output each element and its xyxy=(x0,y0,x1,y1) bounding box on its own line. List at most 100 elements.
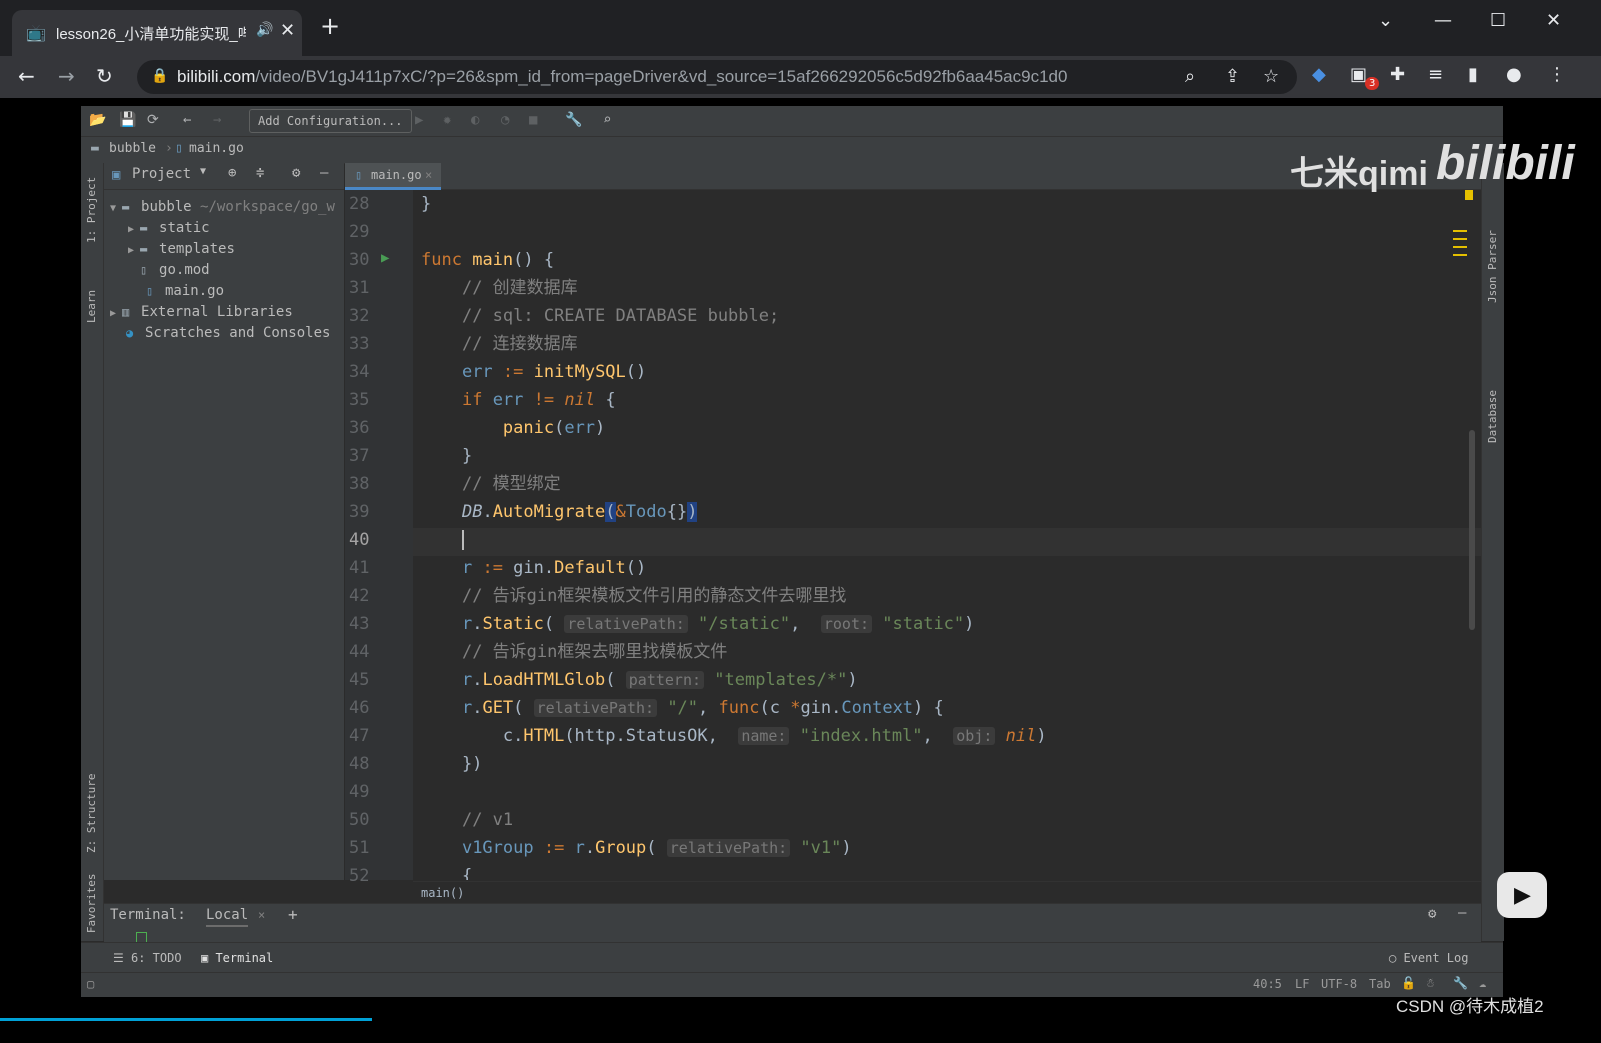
notifications-icon[interactable]: ☁ xyxy=(1479,976,1486,990)
run-gutter-icon[interactable]: ▶ xyxy=(381,250,389,266)
chevron-down-icon[interactable]: ▼ xyxy=(200,166,206,177)
collapse-all-icon[interactable]: ≑ xyxy=(256,165,264,181)
tree-item-scratches[interactable]: ◕ Scratches and Consoles xyxy=(126,323,330,344)
tree-item-go-mod[interactable]: ▶▯go.mod xyxy=(128,260,210,281)
tree-item-main-go[interactable]: ▯ main.go xyxy=(146,281,224,302)
close-window-button[interactable]: ✕ xyxy=(1546,10,1561,31)
hide-panel-icon[interactable]: — xyxy=(320,165,328,181)
line-number: 32 xyxy=(349,306,370,326)
indent-setting[interactable]: Tab xyxy=(1369,977,1391,991)
tab-search-icon[interactable]: ⌄ xyxy=(1378,10,1393,31)
code-line: r := gin.Default() xyxy=(461,558,647,578)
caret-position[interactable]: 40:5 xyxy=(1253,977,1282,991)
terminal-tab-local[interactable]: Local xyxy=(206,907,249,927)
extension-shield-icon[interactable]: ◆ xyxy=(1312,64,1326,85)
lock-icon[interactable]: 🔒 xyxy=(151,68,168,84)
project-view-selector[interactable]: Project xyxy=(132,166,191,182)
profile-run-icon[interactable]: ◔ xyxy=(501,112,509,128)
vertical-scrollbar[interactable] xyxy=(1469,430,1475,630)
coverage-icon[interactable]: ◐ xyxy=(471,112,479,128)
browser-tab[interactable]: 📺 lesson26_小清单功能实现_哔 🔊 ✕ xyxy=(12,10,302,56)
collapsed-arrow-icon[interactable]: ▶ xyxy=(128,245,134,256)
collapsed-arrow-icon[interactable]: ▶ xyxy=(110,308,116,319)
inspector-icon[interactable]: ☃ xyxy=(1427,976,1434,990)
line-number: 28 xyxy=(349,194,370,214)
hide-panel-icon[interactable]: — xyxy=(1458,905,1466,921)
line-number: 33 xyxy=(349,334,370,354)
stop-icon[interactable]: ■ xyxy=(529,112,537,128)
bilibili-play-icon[interactable]: ▶ xyxy=(1497,872,1547,918)
code-line: DB.AutoMigrate(&Todo{}) xyxy=(461,502,698,522)
menu-kebab-icon[interactable]: ⋮ xyxy=(1548,64,1566,85)
video-progress-bar[interactable] xyxy=(0,1018,372,1021)
media-icon[interactable]: ≡ xyxy=(1428,64,1443,85)
forward-icon[interactable]: → xyxy=(58,64,75,88)
tab-main-go[interactable]: ▯ main.go × xyxy=(345,163,441,190)
add-configuration-button[interactable]: Add Configuration... xyxy=(249,109,412,133)
maximize-button[interactable]: ☐ xyxy=(1490,10,1506,31)
bookmark-star-icon[interactable]: ☆ xyxy=(1263,66,1279,87)
breadcrumb-project[interactable]: bubble xyxy=(109,141,156,156)
reload-icon[interactable]: ↻ xyxy=(96,64,113,88)
code-line: if err != nil { xyxy=(461,390,616,410)
gear-icon[interactable]: ⚙ xyxy=(292,165,300,181)
speaker-icon[interactable]: 🔊 xyxy=(256,22,273,38)
save-icon[interactable]: 💾 xyxy=(119,112,136,128)
line-separator[interactable]: LF xyxy=(1295,977,1309,991)
back-nav-icon[interactable]: ← xyxy=(183,112,191,128)
terminal-tool-button[interactable]: ▣ Terminal xyxy=(201,951,273,965)
close-tab-icon[interactable]: × xyxy=(425,163,432,187)
tree-item-bubble[interactable]: ▼ ▬ bubble ~/workspace/go_w xyxy=(110,197,335,218)
search-icon[interactable]: ⌕ xyxy=(603,112,611,128)
tree-item-external-libraries[interactable]: ▶ ▥ External Libraries xyxy=(110,302,293,323)
code-line: } xyxy=(421,194,432,214)
back-icon[interactable]: ← xyxy=(18,64,35,88)
address-bar[interactable]: 🔒 bilibili.com/video/BV1gJ411p7xC/?p=26&… xyxy=(137,60,1297,94)
learn-tool-button[interactable]: Learn xyxy=(85,290,98,323)
todo-tool-button[interactable]: ☰ 6: TODO xyxy=(113,951,182,965)
gear-icon[interactable]: ⚙ xyxy=(1428,906,1436,922)
tree-item-static[interactable]: ▶ ▬ static xyxy=(128,218,210,239)
toggle-tool-windows-icon[interactable]: ▢ xyxy=(87,977,94,991)
new-tab-button[interactable]: + xyxy=(320,14,340,38)
zoom-icon[interactable]: ⌕ xyxy=(1185,66,1195,87)
json-parser-tool-button[interactable]: Json Parser xyxy=(1486,230,1499,303)
file-encoding[interactable]: UTF-8 xyxy=(1321,977,1357,991)
code-line: c.HTML(http.StatusOK, name: "index.html"… xyxy=(421,726,1047,746)
collapsed-arrow-icon[interactable]: ▶ xyxy=(128,224,134,235)
new-terminal-icon[interactable]: + xyxy=(288,905,298,924)
code-line: v1Group := r.Group( relativePath: "v1") xyxy=(461,838,852,858)
extensions-puzzle-icon[interactable]: ✚ xyxy=(1390,64,1405,85)
code-line: // 告诉gin框架模板文件引用的静态文件去哪里找 xyxy=(461,586,847,606)
sync-icon[interactable]: ⟳ xyxy=(147,112,159,128)
project-tool-button[interactable]: 1: Project xyxy=(85,177,98,243)
open-folder-icon[interactable]: 📂 xyxy=(89,112,106,128)
close-tab-icon[interactable]: ✕ xyxy=(280,20,295,41)
structure-tool-button[interactable]: Z: Structure xyxy=(85,774,98,853)
tab-title: lesson26_小清单功能实现_哔 xyxy=(56,26,246,43)
wrench-icon[interactable]: 🔧 xyxy=(1453,976,1468,990)
wrench-icon[interactable]: 🔧 xyxy=(565,112,582,128)
close-tab-icon[interactable]: × xyxy=(258,908,265,922)
side-panel-icon[interactable]: ▮ xyxy=(1468,64,1478,85)
debug-icon[interactable]: ✹ xyxy=(443,112,451,128)
share-icon[interactable]: ⇪ xyxy=(1225,66,1240,87)
expanded-arrow-icon[interactable]: ▼ xyxy=(110,203,116,214)
code-editor[interactable]: } func main() { // 创建数据库 // sql: CREATE … xyxy=(413,190,1481,880)
tree-item-templates[interactable]: ▶ ▬ templates xyxy=(128,239,235,260)
line-number: 49 xyxy=(349,782,370,802)
url-text[interactable]: bilibili.com/video/BV1gJ411p7xC/?p=26&sp… xyxy=(177,67,1067,87)
run-icon[interactable]: ▶ xyxy=(415,112,423,128)
error-stripe-markers[interactable] xyxy=(1453,230,1467,232)
locate-icon[interactable]: ⊕ xyxy=(228,165,236,181)
lock-icon[interactable]: 🔓 xyxy=(1401,976,1416,990)
profile-icon[interactable]: ● xyxy=(1506,64,1522,85)
folder-icon: ▬ xyxy=(140,221,148,235)
minimize-button[interactable]: — xyxy=(1434,10,1452,31)
event-log-button[interactable]: ◯ Event Log xyxy=(1389,951,1468,965)
breadcrumb-file[interactable]: main.go xyxy=(189,141,244,156)
warning-marker[interactable] xyxy=(1465,190,1473,200)
database-tool-button[interactable]: Database xyxy=(1486,390,1499,443)
forward-nav-icon[interactable]: → xyxy=(213,112,221,128)
code-line: // 告诉gin框架去哪里找模板文件 xyxy=(461,642,728,662)
